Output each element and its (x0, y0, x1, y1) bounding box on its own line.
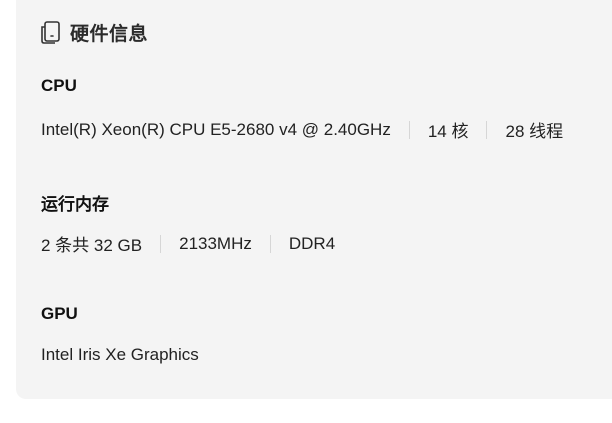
divider (486, 120, 488, 139)
memory-config: 2 条共 32 GB (41, 236, 143, 255)
hardware-info-header: 硬件信息 (41, 19, 148, 45)
memory-label: 运行内存 (41, 195, 109, 214)
cpu-info-row: Intel(R) Xeon(R) CPU E5-2680 v4 @ 2.40GH… (41, 117, 563, 142)
gpu-label: GPU (41, 304, 78, 323)
device-icon (41, 20, 63, 44)
divider (269, 234, 271, 253)
divider (408, 120, 410, 139)
divider (160, 234, 162, 253)
cpu-label: CPU (41, 76, 77, 95)
gpu-name: Intel Iris Xe Graphics (41, 345, 199, 364)
memory-info-row: 2 条共 32 GB 2133MHz DDR4 (41, 231, 335, 256)
section-title: 硬件信息 (70, 23, 149, 45)
memory-type: DDR4 (288, 233, 336, 253)
cpu-cores: 14 核 (427, 122, 469, 141)
memory-speed: 2133MHz (179, 233, 252, 253)
cpu-threads: 28 线程 (505, 122, 564, 141)
gpu-info-row: Intel Iris Xe Graphics (41, 345, 199, 365)
cpu-model: Intel(R) Xeon(R) CPU E5-2680 v4 @ 2.40GH… (41, 119, 391, 139)
